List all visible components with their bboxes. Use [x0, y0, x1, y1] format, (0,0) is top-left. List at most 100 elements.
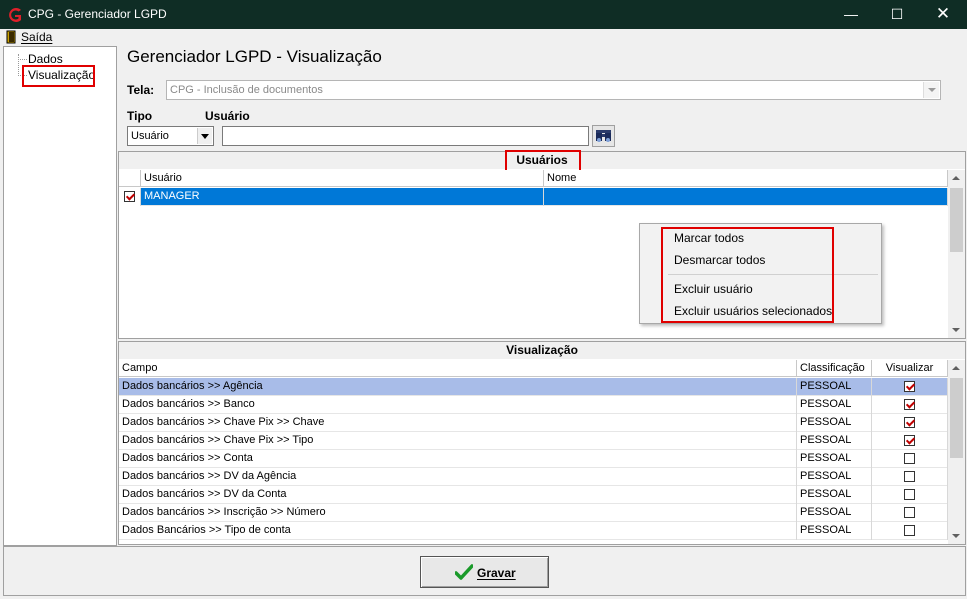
visualizar-checkbox[interactable]: [904, 435, 915, 446]
visual-col-campo[interactable]: Campo: [119, 360, 797, 377]
visual-col-classificacao[interactable]: Classificação: [797, 360, 872, 377]
visual-cell-visualizar[interactable]: [872, 432, 948, 450]
maximize-icon: ☐: [890, 6, 904, 22]
tela-label: Tela:: [127, 83, 155, 97]
tree-item-dados[interactable]: Dados: [28, 52, 63, 66]
checkmark-icon: [455, 564, 473, 580]
visualizar-checkbox[interactable]: [904, 381, 915, 392]
visual-cell-campo: Dados Bancários >> Tipo de conta: [119, 522, 797, 540]
table-row[interactable]: Dados Bancários >> Tipo de conta PESSOAL: [119, 522, 948, 540]
table-row[interactable]: Dados bancários >> Chave Pix >> Chave PES…: [119, 414, 948, 432]
visual-cell-classificacao: PESSOAL: [797, 450, 872, 468]
table-row[interactable]: Dados bancários >> Conta PESSOAL: [119, 450, 948, 468]
tela-select-value: CPG - Inclusão de documentos: [170, 84, 323, 96]
visual-cell-visualizar[interactable]: [872, 396, 948, 414]
visual-cell-campo: Dados bancários >> Agência: [119, 378, 797, 396]
page-title: Gerenciador LGPD - Visualização: [127, 47, 382, 66]
visual-cell-campo: Dados bancários >> Chave Pix >> Tipo: [119, 432, 797, 450]
visualizacao-panel-header: Visualização: [119, 342, 965, 359]
users-col-nome[interactable]: Nome: [544, 170, 948, 187]
visual-cell-campo: Dados bancários >> Chave Pix >> Chave: [119, 414, 797, 432]
visual-cell-classificacao: PESSOAL: [797, 396, 872, 414]
visual-cell-campo: Dados bancários >> DV da Conta: [119, 486, 797, 504]
visual-cell-campo: Dados bancários >> Banco: [119, 396, 797, 414]
context-menu: Marcar todos Desmarcar todos Excluir usu…: [639, 223, 882, 324]
tipo-select[interactable]: Usuário: [127, 126, 214, 146]
scroll-thumb[interactable]: [950, 188, 963, 252]
minimize-button[interactable]: —: [828, 0, 874, 29]
table-row[interactable]: Dados bancários >> Inscrição >> Número PE…: [119, 504, 948, 522]
visualizar-checkbox[interactable]: [904, 399, 915, 410]
users-cell-nome: [544, 188, 948, 206]
visual-cell-visualizar[interactable]: [872, 486, 948, 504]
visual-cell-classificacao: PESSOAL: [797, 486, 872, 504]
table-row[interactable]: Dados bancários >> Chave Pix >> Tipo PESS…: [119, 432, 948, 450]
maximize-button[interactable]: ☐: [874, 0, 920, 29]
visual-cell-campo: Dados bancários >> DV da Agência: [119, 468, 797, 486]
navigation-tree: Dados Visualização: [3, 46, 117, 546]
tela-select[interactable]: CPG - Inclusão de documentos: [166, 80, 941, 100]
visualizar-checkbox[interactable]: [904, 417, 915, 428]
visual-grid-header: Campo Classificação Visualizar: [119, 360, 948, 377]
visual-scrollbar[interactable]: [948, 360, 965, 544]
visualizar-checkbox[interactable]: [904, 453, 915, 464]
scroll-up-icon[interactable]: [952, 176, 960, 180]
visualizar-checkbox[interactable]: [904, 525, 915, 536]
window-title: CPG - Gerenciador LGPD: [28, 7, 167, 21]
tree-line: [18, 54, 19, 76]
tipo-label: Tipo: [127, 109, 153, 123]
visual-cell-visualizar[interactable]: [872, 378, 948, 396]
visual-cell-visualizar[interactable]: [872, 504, 948, 522]
binoculars-icon: [596, 130, 611, 142]
visual-cell-visualizar[interactable]: [872, 414, 948, 432]
close-icon: ✕: [935, 4, 951, 23]
visual-cell-classificacao: PESSOAL: [797, 378, 872, 396]
menu-exit[interactable]: Saída: [21, 30, 52, 44]
usuario-label: Usuário: [205, 109, 250, 123]
annotation-highlight: [661, 227, 834, 323]
visualizacao-panel-title: Visualização: [506, 343, 578, 357]
app-logo-icon: [9, 8, 21, 22]
users-row-check-cell[interactable]: [119, 188, 141, 206]
scroll-up-icon[interactable]: [952, 366, 960, 370]
visualizar-checkbox[interactable]: [904, 471, 915, 482]
user-checkbox[interactable]: [124, 191, 135, 202]
users-scrollbar[interactable]: [948, 170, 965, 338]
visualizar-checkbox[interactable]: [904, 507, 915, 518]
close-button[interactable]: ✕: [920, 0, 966, 29]
visual-cell-visualizar[interactable]: [872, 450, 948, 468]
users-grid-header: Usuário Nome: [119, 170, 948, 187]
table-row[interactable]: Dados bancários >> DV da Agência PESSOAL: [119, 468, 948, 486]
usuario-input[interactable]: [222, 126, 589, 146]
visual-cell-visualizar[interactable]: [872, 468, 948, 486]
visual-cell-classificacao: PESSOAL: [797, 522, 872, 540]
visual-col-visualizar[interactable]: Visualizar: [872, 360, 948, 377]
save-button[interactable]: Gravar: [420, 556, 549, 588]
visual-cell-classificacao: PESSOAL: [797, 468, 872, 486]
annotation-highlight: [505, 150, 581, 172]
visual-cell-visualizar[interactable]: [872, 522, 948, 540]
chevron-down-icon[interactable]: [923, 82, 939, 98]
visualizacao-panel: Visualização Campo Classificação Visuali…: [118, 341, 966, 545]
tree-connector: [18, 59, 27, 60]
users-cell-usuario: MANAGER: [141, 188, 544, 206]
scroll-down-icon[interactable]: [952, 328, 960, 332]
title-bar: CPG - Gerenciador LGPD — ☐ ✕: [0, 0, 967, 29]
table-row[interactable]: Dados bancários >> Banco PESSOAL: [119, 396, 948, 414]
annotation-highlight: [22, 65, 95, 87]
visual-cell-classificacao: PESSOAL: [797, 414, 872, 432]
table-row[interactable]: MANAGER: [119, 188, 948, 206]
scroll-thumb[interactable]: [950, 378, 963, 458]
menu-bar: Saída: [0, 29, 967, 46]
chevron-down-icon[interactable]: [197, 128, 212, 144]
scroll-down-icon[interactable]: [952, 534, 960, 538]
users-col-usuario[interactable]: Usuário: [141, 170, 544, 187]
table-row[interactable]: Dados bancários >> Agência PESSOAL: [119, 378, 948, 396]
visual-cell-classificacao: PESSOAL: [797, 432, 872, 450]
table-row[interactable]: Dados bancários >> DV da Conta PESSOAL: [119, 486, 948, 504]
visualizar-checkbox[interactable]: [904, 489, 915, 500]
visual-cell-classificacao: PESSOAL: [797, 504, 872, 522]
exit-door-icon: [6, 30, 16, 44]
search-user-button[interactable]: [592, 125, 615, 147]
tipo-select-value: Usuário: [131, 130, 169, 142]
